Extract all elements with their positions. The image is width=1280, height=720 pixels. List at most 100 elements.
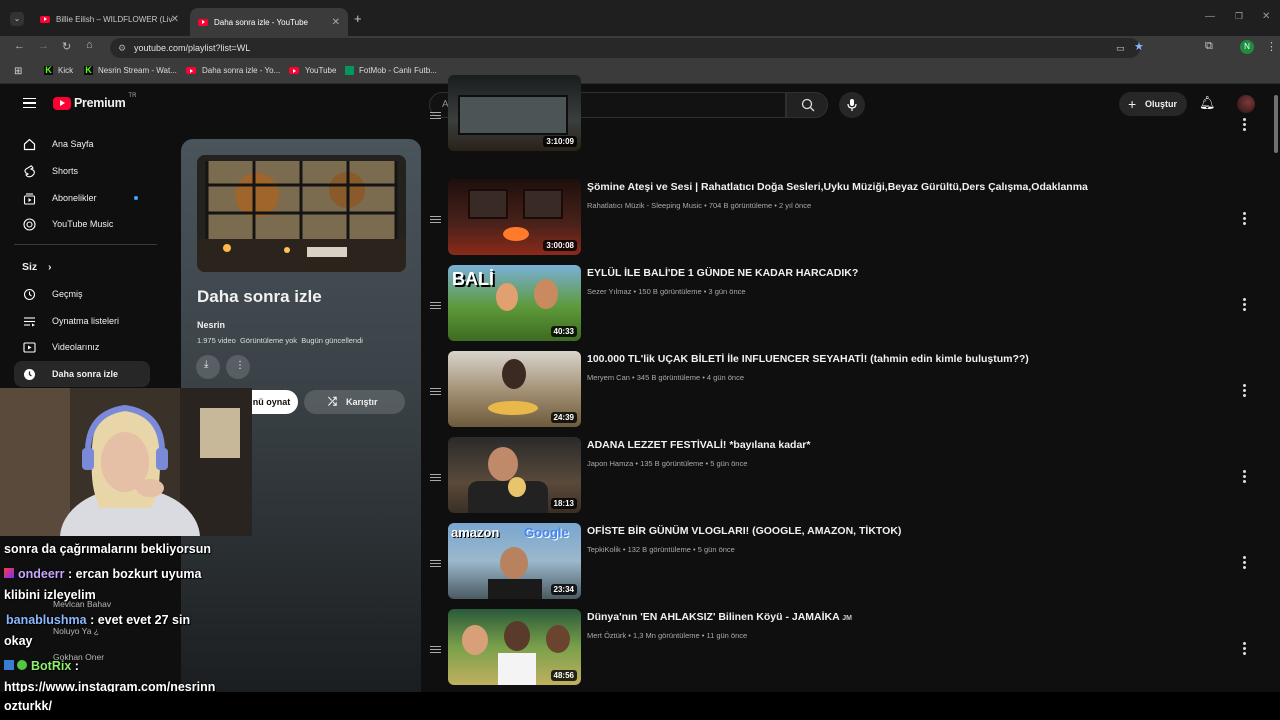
drag-handle-icon[interactable] (430, 112, 441, 119)
bookmark-kick[interactable]: K Kick (44, 66, 73, 75)
browser-menu-icon[interactable]: ⋮ (1266, 40, 1277, 53)
streamer-webcam-image (0, 388, 252, 536)
youtube-logo[interactable]: Premium TR (53, 93, 136, 110)
list-item[interactable]: amazon Google 23:34 OFİSTE BİR GÜNÜM VLO… (428, 523, 1268, 603)
video-title[interactable]: ADANA LEZZET FESTİVALİ! *bayılana kadar* (587, 439, 810, 451)
drag-handle-icon[interactable] (430, 560, 441, 567)
more-actions-button[interactable]: ⋮ (226, 355, 250, 379)
video-title[interactable]: 100.000 TL'lik UÇAK BİLETİ İle INFLUENCE… (587, 353, 1029, 365)
sidebar-item-home[interactable]: Ana Sayfa (14, 131, 150, 157)
sidebar-item-label: Videolarınız (52, 342, 100, 352)
sidebar-item-label: Abonelikler (52, 193, 97, 203)
cast-icon[interactable]: ▭ (1116, 38, 1125, 58)
sidebar-item-history[interactable]: Geçmiş (14, 281, 150, 307)
video-menu-icon[interactable] (1243, 384, 1247, 399)
drag-handle-icon[interactable] (430, 216, 441, 223)
kick-icon: K (84, 65, 93, 75)
sidebar-item-subscriptions[interactable]: Abonelikler (14, 185, 150, 211)
chat-line: ondeerr : ercan bozkurt uyuma (4, 567, 201, 581)
channel-name[interactable]: Rahatlatıcı Müzik - Sleeping Music (587, 201, 702, 210)
video-thumbnail[interactable]: 24:39 (448, 351, 581, 427)
drag-handle-icon[interactable] (430, 646, 441, 653)
channel-name[interactable]: Mert Öztürk (587, 631, 626, 640)
video-title[interactable]: EYLÜL İLE BALİ'DE 1 GÜNDE NE KADAR HARCA… (587, 267, 858, 279)
channel-name[interactable]: Meryem Can (587, 373, 630, 382)
close-tab-icon[interactable]: ✕ (171, 14, 179, 25)
video-thumbnail[interactable]: 18:13 (448, 437, 581, 513)
playlist-owner[interactable]: Nesrin (197, 320, 225, 330)
sidebar-item-playlists[interactable]: Oynatma listeleri (14, 308, 150, 334)
thumbnail-text: Google (524, 525, 569, 540)
url-bar[interactable]: ⚙ youtube.com/playlist?list=WL ▭ ★ (110, 38, 1144, 58)
tab-search-button[interactable]: ⌄ (10, 12, 24, 26)
subscriptions-icon (22, 191, 36, 205)
window-close-button[interactable]: ✕ (1262, 11, 1270, 22)
guide-menu-icon[interactable] (23, 98, 36, 108)
video-title[interactable]: OFİSTE BİR GÜNÜM VLOGLARI! (GOOGLE, AMAZ… (587, 525, 901, 537)
bookmark-star-icon[interactable]: ★ (1134, 37, 1144, 57)
channel-name[interactable]: TepkiKolik (587, 545, 621, 554)
reload-icon[interactable]: ↻ (62, 40, 71, 53)
page-scrollbar[interactable] (1274, 95, 1278, 153)
playlist-cover-image[interactable] (197, 155, 406, 272)
duration-badge: 23:34 (550, 584, 577, 595)
history-icon (22, 287, 36, 301)
video-thumbnail[interactable]: amazon Google 23:34 (448, 523, 581, 599)
sidebar-item-youtube-music[interactable]: YouTube Music (14, 211, 150, 237)
shuffle-button[interactable]: ⤮ Karıştır (304, 390, 405, 414)
close-tab-icon[interactable]: ✕ (332, 17, 340, 28)
drag-handle-icon[interactable] (430, 474, 441, 481)
bookmark-fotmob[interactable]: FotMob - Canlı Futb... (345, 66, 437, 75)
apps-icon[interactable]: ⊞ (14, 66, 22, 77)
video-menu-icon[interactable] (1243, 642, 1247, 657)
maximize-button[interactable]: ❐ (1235, 11, 1243, 22)
video-thumbnail[interactable]: 3:00:08 (448, 179, 581, 255)
video-thumbnail[interactable]: 3:10:09 (448, 75, 581, 151)
new-tab-button[interactable]: + (354, 11, 362, 26)
sidebar-you-header[interactable]: Siz › (22, 261, 51, 273)
sidebar-item-watch-later[interactable]: Daha sonra izle (14, 361, 150, 387)
bookmark-youtube[interactable]: YouTube (289, 66, 336, 75)
video-meta: Japon Hamza • 135 B görüntüleme • 5 gün … (587, 459, 748, 468)
home-icon[interactable]: ⌂ (86, 39, 93, 51)
video-thumbnail[interactable]: 48:56 (448, 609, 581, 685)
play-all-button[interactable]: nü oynat (245, 390, 298, 414)
video-menu-icon[interactable] (1243, 118, 1247, 133)
chat-username: ondeerr (18, 567, 65, 581)
bookmark-watch-later[interactable]: Daha sonra izle - Yo... (186, 66, 280, 75)
video-thumbnail[interactable]: BALİ 40:33 (448, 265, 581, 341)
list-item[interactable]: 3:10:09 (428, 75, 1268, 155)
chat-line: banablushma : evet evet 27 sin (6, 613, 191, 627)
download-button[interactable]: ⤓ (196, 355, 220, 379)
drag-handle-icon[interactable] (430, 302, 441, 309)
bookmark-nesrin-stream[interactable]: K Nesrin Stream - Wat... (84, 66, 177, 75)
site-info-icon[interactable]: ⚙ (118, 38, 126, 58)
list-item[interactable]: 48:56 Dünya'nın 'EN AHLAKSIZ' Bilinen Kö… (428, 609, 1268, 689)
duration-badge: 3:10:09 (543, 136, 577, 147)
duration-badge: 48:56 (550, 670, 577, 681)
video-menu-icon[interactable] (1243, 298, 1247, 313)
browser-tab-watch-later[interactable]: Daha sonra izle - YouTube ✕ (190, 8, 348, 36)
channel-name[interactable]: Japon Hamza (587, 459, 633, 468)
sidebar-item-your-videos[interactable]: Videolarınız (14, 334, 150, 360)
channel-name[interactable]: Sezer Yılmaz (587, 287, 631, 296)
playlist-title: Daha sonra izle (197, 287, 322, 306)
sidebar-item-shorts[interactable]: Shorts (14, 158, 150, 184)
video-title[interactable]: Dünya'nın 'EN AHLAKSIZ' Bilinen Köyü - J… (587, 611, 852, 623)
minimize-button[interactable]: — (1205, 11, 1215, 22)
browser-tab-billie[interactable]: Billie Eilish – WILDFLOWER (Liv ✕ (32, 8, 187, 30)
drag-handle-icon[interactable] (430, 388, 441, 395)
video-title[interactable]: Şömine Ateşi ve Sesi | Rahatlatıcı Doğa … (587, 181, 1088, 193)
list-item[interactable]: 24:39 100.000 TL'lik UÇAK BİLETİ İle INF… (428, 351, 1268, 431)
video-menu-icon[interactable] (1243, 470, 1247, 485)
list-item[interactable]: BALİ 40:33 EYLÜL İLE BALİ'DE 1 GÜNDE NE … (428, 265, 1268, 345)
video-menu-icon[interactable] (1243, 556, 1247, 571)
duration-badge: 40:33 (550, 326, 577, 337)
forward-icon[interactable]: → (38, 40, 49, 52)
video-menu-icon[interactable] (1243, 212, 1247, 227)
profile-avatar[interactable]: N (1240, 40, 1254, 54)
list-item[interactable]: 3:00:08 Şömine Ateşi ve Sesi | Rahatlatı… (428, 179, 1268, 259)
list-item[interactable]: 18:13 ADANA LEZZET FESTİVALİ! *bayılana … (428, 437, 1268, 517)
back-icon[interactable]: ← (14, 40, 25, 52)
extensions-icon[interactable]: ⧉ (1205, 40, 1213, 53)
